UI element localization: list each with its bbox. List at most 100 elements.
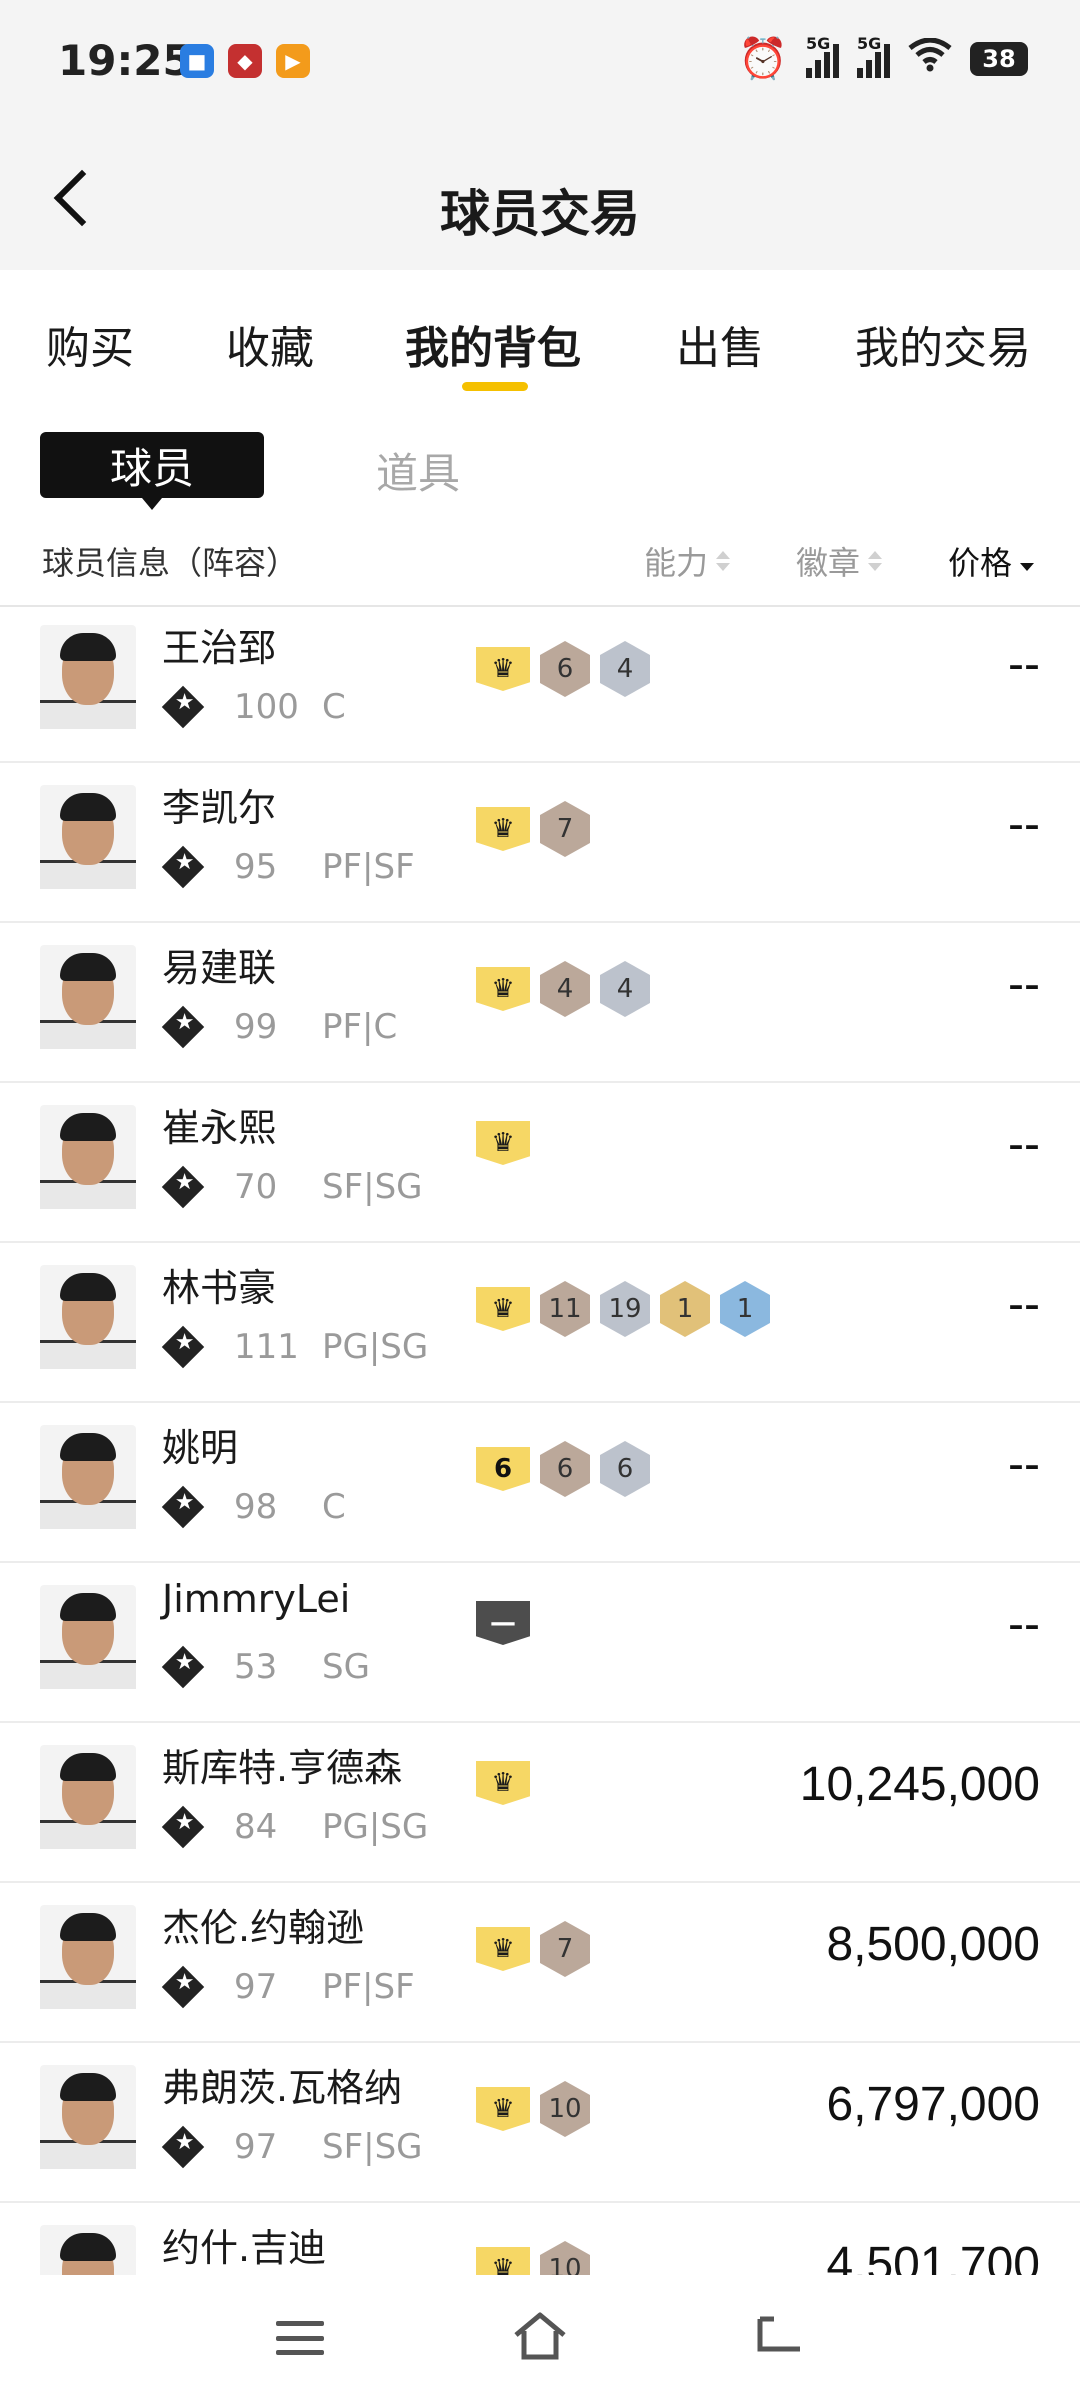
player-name: 姚明 <box>162 1426 239 1470</box>
sort-badge[interactable]: 徽章 <box>796 538 883 584</box>
player-price: 6,797,000 <box>826 2078 1040 2131</box>
tab-favorites[interactable]: 收藏 <box>226 312 314 376</box>
player-position: SF|SG <box>322 1167 423 1207</box>
player-row[interactable]: 崔永熙 70 SF|SG ♛ -- <box>0 1081 1080 1243</box>
player-overall: 98 <box>234 1487 278 1527</box>
player-overall: 97 <box>234 1967 278 2007</box>
player-position: SG <box>322 1647 370 1687</box>
player-price: -- <box>1008 638 1040 691</box>
player-position: SF|SG <box>322 2127 423 2167</box>
player-price: -- <box>1008 958 1040 1011</box>
system-nav-bar <box>0 2275 1080 2400</box>
sort-price-label: 价格 <box>948 544 1013 582</box>
crown-icon: ♛ <box>476 1287 530 1331</box>
badge-count-hex: 10 <box>540 2081 590 2137</box>
crown-icon: ♛ <box>476 1121 530 1165</box>
player-list[interactable]: 王治郅100C♛64--李凯尔95PF|SF♛7--易建联99PF|C♛44--… <box>0 607 1080 2275</box>
player-name: 王治郅 <box>162 626 277 670</box>
tab-my-trades[interactable]: 我的交易 <box>855 312 1031 376</box>
subtabs: 球员 道具 <box>0 410 1080 520</box>
player-meta: 98 C <box>161 1485 346 1529</box>
player-overall: 53 <box>234 1647 278 1687</box>
network-label: 5G <box>806 33 831 53</box>
player-price: 4,501,700 <box>826 2238 1040 2275</box>
player-price: -- <box>1008 1598 1040 1651</box>
column-header: 球员信息（阵容） 能力 徽章 价格 <box>0 520 1080 607</box>
sort-arrows-icon <box>868 551 883 571</box>
badge-count-hex: 4 <box>540 961 590 1017</box>
player-avatar <box>40 945 136 1049</box>
player-position: PG|SG <box>322 1327 429 1367</box>
crown-icon: ♛ <box>476 2087 530 2131</box>
player-row[interactable]: 王治郅 100 C ♛64 -- <box>0 607 1080 763</box>
player-row[interactable]: 林书豪111PG|SG♛111911-- <box>0 1241 1080 1403</box>
player-row[interactable]: 李凯尔 95 PF|SF ♛7 -- <box>0 761 1080 923</box>
player-avatar <box>40 1105 136 1209</box>
player-row[interactable]: 弗朗茨.瓦格纳 97 SF|SG ♛10 6,797,000 <box>0 2041 1080 2203</box>
tab-buy[interactable]: 购买 <box>46 312 134 376</box>
player-price: 10,245,000 <box>799 1758 1040 1811</box>
badge-count-hex: 6 <box>540 641 590 697</box>
player-meta: 53 SG <box>161 1645 370 1689</box>
tier-star-icon <box>161 1805 205 1849</box>
player-overall: 97 <box>234 2127 278 2167</box>
player-badges: ♛ 6 4 <box>476 641 650 697</box>
player-badges: ♛ 4 4 <box>476 961 650 1017</box>
player-avatar <box>40 1265 136 1369</box>
empty-rank-icon: — <box>476 1601 530 1645</box>
back-nav-icon[interactable] <box>754 2315 804 2355</box>
signal-icon: 5G <box>857 34 890 78</box>
tier-star-icon <box>161 845 205 889</box>
player-meta: 100 C <box>161 685 346 729</box>
player-row[interactable]: 斯库特.亨德森 84 PG|SG ♛ 10,245,000 <box>0 1721 1080 1883</box>
player-badges: ♛ <box>476 1761 530 1805</box>
crown-icon: ♛ <box>476 807 530 851</box>
player-row[interactable]: 杰伦.约翰逊 97 PF|SF ♛7 8,500,000 <box>0 1881 1080 2043</box>
badge-count-hex: 1 <box>660 1281 710 1337</box>
sort-ability-label: 能力 <box>644 544 709 582</box>
player-price: -- <box>1008 1438 1040 1491</box>
player-overall: 100 <box>234 687 299 727</box>
subtab-players[interactable]: 球员 <box>40 432 264 510</box>
tier-star-icon <box>161 1485 205 1529</box>
player-position: PF|C <box>322 1007 398 1047</box>
player-row[interactable]: 易建联99PF|C♛44-- <box>0 921 1080 1083</box>
player-overall: 99 <box>234 1007 278 1047</box>
badge-count-hex: 11 <box>540 1281 590 1337</box>
crown-icon: ♛ <box>476 1927 530 1971</box>
sort-ability[interactable]: 能力 <box>644 538 731 584</box>
column-player-info: 球员信息（阵容） <box>42 544 299 582</box>
sort-desc-icon <box>1020 551 1035 571</box>
player-badges: ♛ 10 <box>476 2241 590 2275</box>
tier-star-icon <box>161 1965 205 2009</box>
status-right: ⏰ 5G 5G 38 <box>738 34 1028 79</box>
player-position: PG|SG <box>322 1807 429 1847</box>
sort-price[interactable]: 价格 <box>948 538 1035 584</box>
subtab-items[interactable]: 道具 <box>376 440 460 501</box>
crown-icon: ♛ <box>476 2247 530 2275</box>
player-meta: 111 PG|SG <box>161 1325 429 1369</box>
tab-sell[interactable]: 出售 <box>676 312 764 376</box>
player-row[interactable]: 姚明98C666-- <box>0 1401 1080 1563</box>
tab-my-backpack[interactable]: 我的背包 <box>405 312 581 376</box>
crown-icon: ♛ <box>476 1761 530 1805</box>
badge-count-hex: 7 <box>540 1921 590 1977</box>
player-meta: 70 SF|SG <box>161 1165 423 1209</box>
player-row[interactable]: 约什.吉迪 ♛ 10 4,501,700 <box>0 2201 1080 2275</box>
home-icon[interactable] <box>512 2309 568 2363</box>
signal-icon: 5G <box>806 34 839 78</box>
notification-video-icon: ▶ <box>276 44 310 78</box>
player-badges: — <box>476 1601 530 1645</box>
tier-star-icon <box>161 1005 205 1049</box>
player-name: 崔永熙 <box>162 1106 277 1150</box>
player-avatar <box>40 625 136 729</box>
wifi-icon <box>908 37 952 79</box>
menu-icon[interactable] <box>276 2321 324 2355</box>
player-price: -- <box>1008 1278 1040 1331</box>
player-meta: 84 PG|SG <box>161 1805 429 1849</box>
player-avatar <box>40 1425 136 1529</box>
player-avatar <box>40 1905 136 2009</box>
rank-number-badge: 6 <box>476 1447 530 1491</box>
player-position: PF|SF <box>322 847 415 887</box>
player-row[interactable]: JimmryLei 53 SG — -- <box>0 1561 1080 1723</box>
